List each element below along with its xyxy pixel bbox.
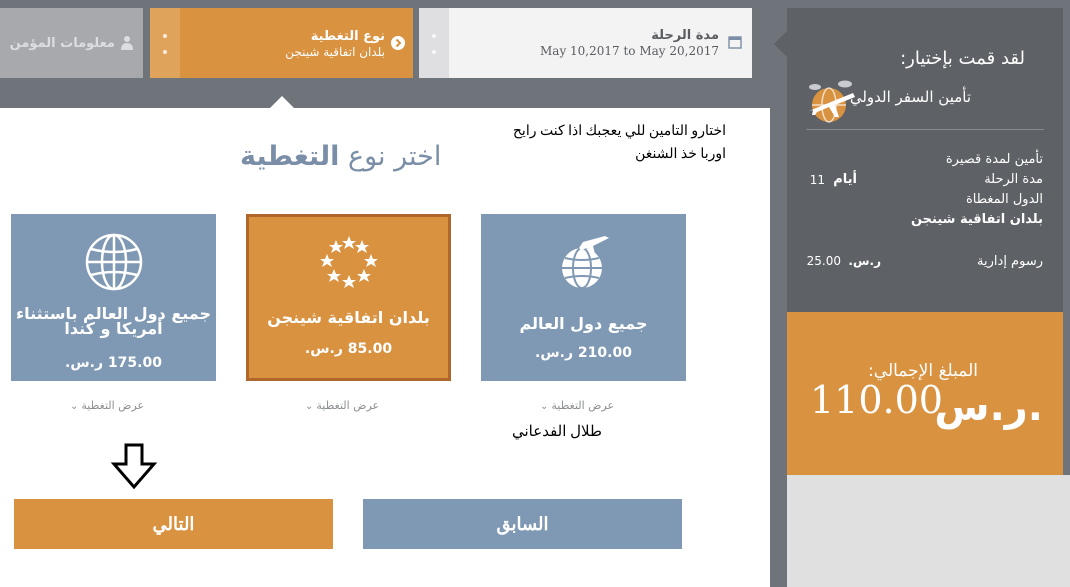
page-title: اختر نوع التغطية (240, 141, 441, 172)
plan-name: جميع دول العالم باستثناء أمريكا و كندا (15, 304, 212, 338)
calendar-icon (728, 36, 742, 49)
regions-label: الدول المغطاة (965, 192, 1043, 207)
view-coverage-label: عرض التغطية (316, 399, 380, 412)
summary-pointer (774, 31, 787, 57)
page-title-bold: التغطية (240, 141, 340, 172)
plan-card-world-except-us-ca[interactable]: جميع دول العالم باستثناء أمريكا و كندا 1… (11, 214, 216, 381)
chevron-down-icon: ⌄ (305, 401, 314, 412)
plan-type: تأمين لمدة قصيرة (945, 152, 1043, 167)
step-insured-info[interactable]: معلومات المؤمن (0, 8, 143, 78)
note-line: اوربا خذ الشنغن (635, 147, 726, 162)
summary-title: لقد قمت بإختيار: (900, 48, 1025, 69)
step-insured-info-label: معلومات المؤمن (9, 36, 115, 51)
duration-unit: أيام (833, 172, 857, 187)
step-duration[interactable]: مدة الرحلة May 10,2017 to May 20,2017 (419, 8, 752, 78)
arrow-down-icon (110, 443, 158, 490)
signer-name: طلال الفدعاني (512, 424, 602, 440)
plan-price: 175.00 ر.س. (65, 355, 162, 371)
step-pointer (269, 96, 295, 109)
note-line: اختارو التامين للي يعجبك اذا كنت رايح (512, 124, 726, 139)
step-coverage-value: بلدان اتفاقية شينجن (285, 45, 385, 59)
view-coverage-label: عرض التغطية (81, 399, 145, 412)
selection-summary: لقد قمت بإختيار: تأمين السفر الدولي تأمي… (787, 8, 1063, 312)
sidebar-background (787, 475, 1070, 587)
page-title-light: اختر نوع (347, 141, 442, 172)
plan-price: 85.00 ر.س. (304, 341, 393, 357)
step-grip (150, 8, 180, 78)
view-coverage-link[interactable]: عرض التغطية⌄ (305, 399, 379, 412)
next-button[interactable]: التالي (14, 499, 333, 549)
view-coverage-link[interactable]: عرض التغطية⌄ (540, 399, 614, 412)
eu-stars-icon (319, 236, 378, 288)
plan-name: جميع دول العالم (519, 314, 648, 333)
plan-card-worldwide[interactable]: جميع دول العالم 210.00 ر.س. (481, 214, 686, 381)
plan-price: 210.00 ر.س. (535, 345, 632, 361)
fee-value: 25.00 (806, 254, 841, 268)
user-note: اختارو التامين للي يعجبك اذا كنت رايح او… (464, 120, 726, 166)
step-grip (419, 8, 449, 78)
step-coverage[interactable]: نوع التغطية بلدان اتفاقية شينجن (150, 8, 413, 78)
step-coverage-title: نوع التغطية (310, 29, 385, 44)
total-amount: 110.00 (810, 378, 943, 422)
sidebar-gap (772, 108, 787, 587)
summary-divider (806, 129, 1044, 130)
chevron-down-icon: ⌄ (540, 401, 549, 412)
plan-card-schengen[interactable]: بلدان اتفاقية شينجن 85.00 ر.س. (246, 214, 451, 381)
insurance-type: تأمين السفر الدولي (849, 88, 971, 106)
plan-name: بلدان اتفاقية شينجن (267, 308, 430, 327)
users-icon (121, 36, 133, 50)
regions-value: بلدان اتفاقية شينجن (910, 212, 1043, 227)
previous-button[interactable]: السابق (363, 499, 682, 549)
globe-icon (85, 233, 142, 291)
fee-currency: ر.س. (848, 254, 881, 268)
duration-value: 11 (809, 173, 825, 187)
world-plane-icon (561, 236, 609, 289)
chevron-down-icon: ⌄ (70, 401, 79, 412)
duration-label: مدة الرحلة (984, 172, 1043, 187)
view-coverage-label: عرض التغطية (551, 399, 615, 412)
total-currency: ر.س. (934, 384, 1043, 430)
chevron-circle-icon (391, 36, 405, 50)
total-panel: المبلغ الإجمالي: ر.س. 110.00 (787, 312, 1063, 475)
step-duration-title: مدة الرحلة (651, 28, 719, 43)
fee-label: رسوم إدارية (977, 254, 1043, 269)
step-duration-dates: May 10,2017 to May 20,2017 (540, 44, 719, 58)
view-coverage-link[interactable]: عرض التغطية⌄ (70, 399, 144, 412)
